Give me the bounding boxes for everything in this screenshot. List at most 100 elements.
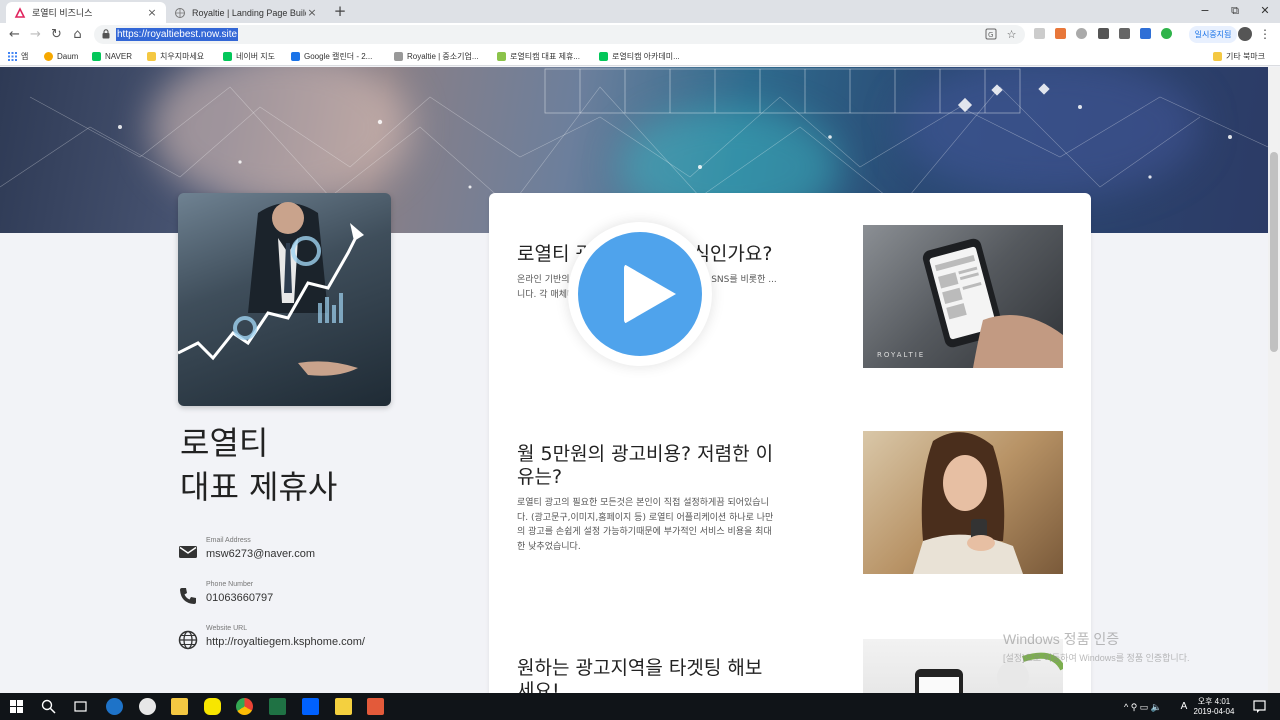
business-growth-illustration	[178, 202, 364, 376]
restore-button[interactable]: ⧉	[1220, 2, 1250, 20]
sticky-notes-icon[interactable]	[335, 698, 352, 715]
naver-icon	[92, 51, 101, 61]
windows-activation-watermark: Windows 정품 인증 [설정]으로 이동하여 Windows를 정품 인증…	[1003, 629, 1190, 664]
sync-paused-button[interactable]: 일시중지됨	[1189, 26, 1237, 43]
task-view-icon[interactable]	[72, 698, 89, 715]
bookmark-label: Royaltie | 중소기업...	[407, 51, 479, 61]
excel-icon[interactable]	[269, 698, 286, 715]
tab-royaltie-landing[interactable]: Royaltie | Landing Page Builder ×	[166, 2, 326, 23]
bookmark-item[interactable]: Royaltie | 중소기업...	[394, 49, 479, 63]
new-tab-button[interactable]: +	[332, 3, 348, 19]
royalty-favicon-icon	[14, 6, 26, 19]
page-viewport: 로열티 대표 제휴사 Email Address msw6273@naver.c…	[0, 67, 1268, 693]
contact-value[interactable]: 01063660797	[206, 592, 273, 604]
video-play-button[interactable]	[568, 222, 712, 366]
svg-text:G: G	[988, 31, 993, 39]
clock-date[interactable]: 2019-04-04	[1192, 707, 1236, 716]
clock-time[interactable]: 오후 4:01	[1192, 696, 1236, 707]
windows-taskbar: ^ ⚲ ▭ 🔈 A 오후 4:01 2019-04-04	[0, 693, 1280, 720]
home-button[interactable]: ⌂	[69, 26, 86, 43]
tab-close-icon[interactable]: ×	[306, 6, 318, 19]
dropbox-icon[interactable]	[302, 698, 319, 715]
bookmark-label: 치우지마세요	[160, 51, 205, 61]
close-window-button[interactable]: ✕	[1250, 2, 1280, 20]
contact-label: Website URL	[206, 625, 248, 632]
bookmark-item[interactable]: 치우지마세요	[147, 49, 204, 63]
contact-email: Email Address msw6273@naver.com	[178, 537, 438, 567]
extension-icon[interactable]	[1140, 28, 1151, 39]
tab-royalty-business[interactable]: 로열티 비즈니스 ×	[6, 2, 166, 23]
url-text[interactable]: https://royaltiebest.now.site	[116, 28, 239, 41]
feature-ad-targeting: 원하는 광고지역을 타겟팅 해보세요!	[517, 657, 777, 693]
folder-icon	[1213, 51, 1222, 61]
ime-indicator[interactable]: A	[1178, 701, 1190, 712]
mail-icon	[179, 546, 197, 558]
folder-icon	[147, 51, 156, 61]
naver-map-icon	[223, 51, 232, 61]
tab-title: 로열티 비즈니스	[32, 8, 93, 18]
chrome-menu-icon[interactable]: ⋮	[1259, 26, 1271, 43]
watermark-subtitle: [설정]으로 이동하여 Windows를 정품 인증합니다.	[1003, 653, 1190, 663]
contact-label: Email Address	[206, 537, 251, 544]
extension-icon[interactable]	[1055, 28, 1066, 39]
bookmark-item[interactable]: Daum	[44, 49, 78, 63]
reload-button[interactable]: ↻	[48, 26, 65, 43]
apps-grid-icon	[8, 51, 17, 61]
extension-icon[interactable]	[1098, 28, 1109, 39]
bookmark-label: Google 캘린더 - 2...	[304, 51, 373, 61]
bookmark-item[interactable]: NAVER	[92, 49, 132, 63]
bookmark-item[interactable]: 앱	[8, 49, 28, 63]
academy-icon	[599, 51, 608, 61]
profile-avatar[interactable]	[1238, 27, 1252, 41]
app-icon[interactable]	[139, 698, 156, 715]
chrome-icon[interactable]	[236, 698, 253, 715]
bookmark-item[interactable]: 로열티캠 대표 제휴...	[497, 49, 580, 63]
back-button[interactable]: ←	[6, 26, 23, 43]
bookmark-item[interactable]: 네이버 지도	[223, 49, 275, 63]
search-icon[interactable]	[40, 698, 57, 715]
other-bookmarks[interactable]: 기타 북마크	[1213, 49, 1265, 63]
bookmark-label: Daum	[57, 51, 79, 61]
contact-label: Phone Number	[206, 581, 254, 588]
contact-value[interactable]: msw6273@naver.com	[206, 548, 315, 560]
play-icon	[624, 264, 676, 324]
globe-icon	[394, 51, 403, 61]
bookmark-item[interactable]: Google 캘린더 - 2...	[291, 49, 372, 63]
notification-center-icon[interactable]	[1251, 698, 1268, 715]
extension-icon[interactable]	[1119, 28, 1130, 39]
contact-value[interactable]: http://royaltiegem.ksphome.com/	[206, 636, 365, 648]
bookmark-label: 로열티캠 대표 제휴...	[510, 51, 580, 61]
bookmark-label: 앱	[21, 51, 29, 61]
bookmark-label: 로열티캠 아카데미...	[612, 51, 680, 61]
play-button-circle	[578, 232, 702, 356]
app-icon[interactable]	[367, 698, 384, 715]
scrollbar-thumb[interactable]	[1270, 152, 1278, 352]
translate-icon[interactable]: G	[984, 28, 997, 41]
windows-start-icon[interactable]	[8, 698, 25, 715]
edge-browser-icon[interactable]	[106, 698, 123, 715]
feature-title: 원하는 광고지역을 타겟팅 해보세요!	[517, 657, 763, 693]
system-tray-icons[interactable]: ^ ⚲ ▭ 🔈	[1113, 702, 1173, 713]
smiling-woman-phone-image	[863, 431, 1063, 574]
extension-icon[interactable]	[1034, 28, 1045, 39]
other-bookmarks-label: 기타 북마크	[1226, 51, 1266, 61]
page-scrollbar[interactable]	[1268, 67, 1280, 693]
contact-phone: Phone Number 01063660797	[178, 581, 438, 611]
address-bar[interactable]: https://royaltiebest.now.site G ☆	[94, 25, 1025, 44]
watermark-title: Windows 정품 인증	[1003, 631, 1120, 647]
profile-image	[178, 193, 391, 406]
evernote-icon[interactable]	[1161, 28, 1172, 39]
royaltie-brand-mark: ROYALTIE	[877, 351, 925, 359]
forward-button[interactable]: →	[27, 26, 44, 43]
bookmark-item[interactable]: 로열티캠 아카데미...	[599, 49, 680, 63]
contact-website: Website URL http://royaltiegem.ksphome.c…	[178, 625, 438, 655]
kakaotalk-icon[interactable]	[204, 698, 221, 715]
file-explorer-icon[interactable]	[171, 698, 188, 715]
tab-strip: 로열티 비즈니스 × Royaltie | Landing Page Build…	[0, 0, 1280, 23]
bookmark-star-icon[interactable]: ☆	[1005, 28, 1018, 41]
feature-title: 월 5만원의 광고비용? 저렴한 이유는?	[517, 443, 774, 488]
tab-close-icon[interactable]: ×	[146, 6, 158, 19]
minimize-button[interactable]: −	[1190, 2, 1220, 20]
extension-icon[interactable]	[1076, 28, 1087, 39]
page-title: 로열티 대표 제휴사	[180, 421, 337, 509]
